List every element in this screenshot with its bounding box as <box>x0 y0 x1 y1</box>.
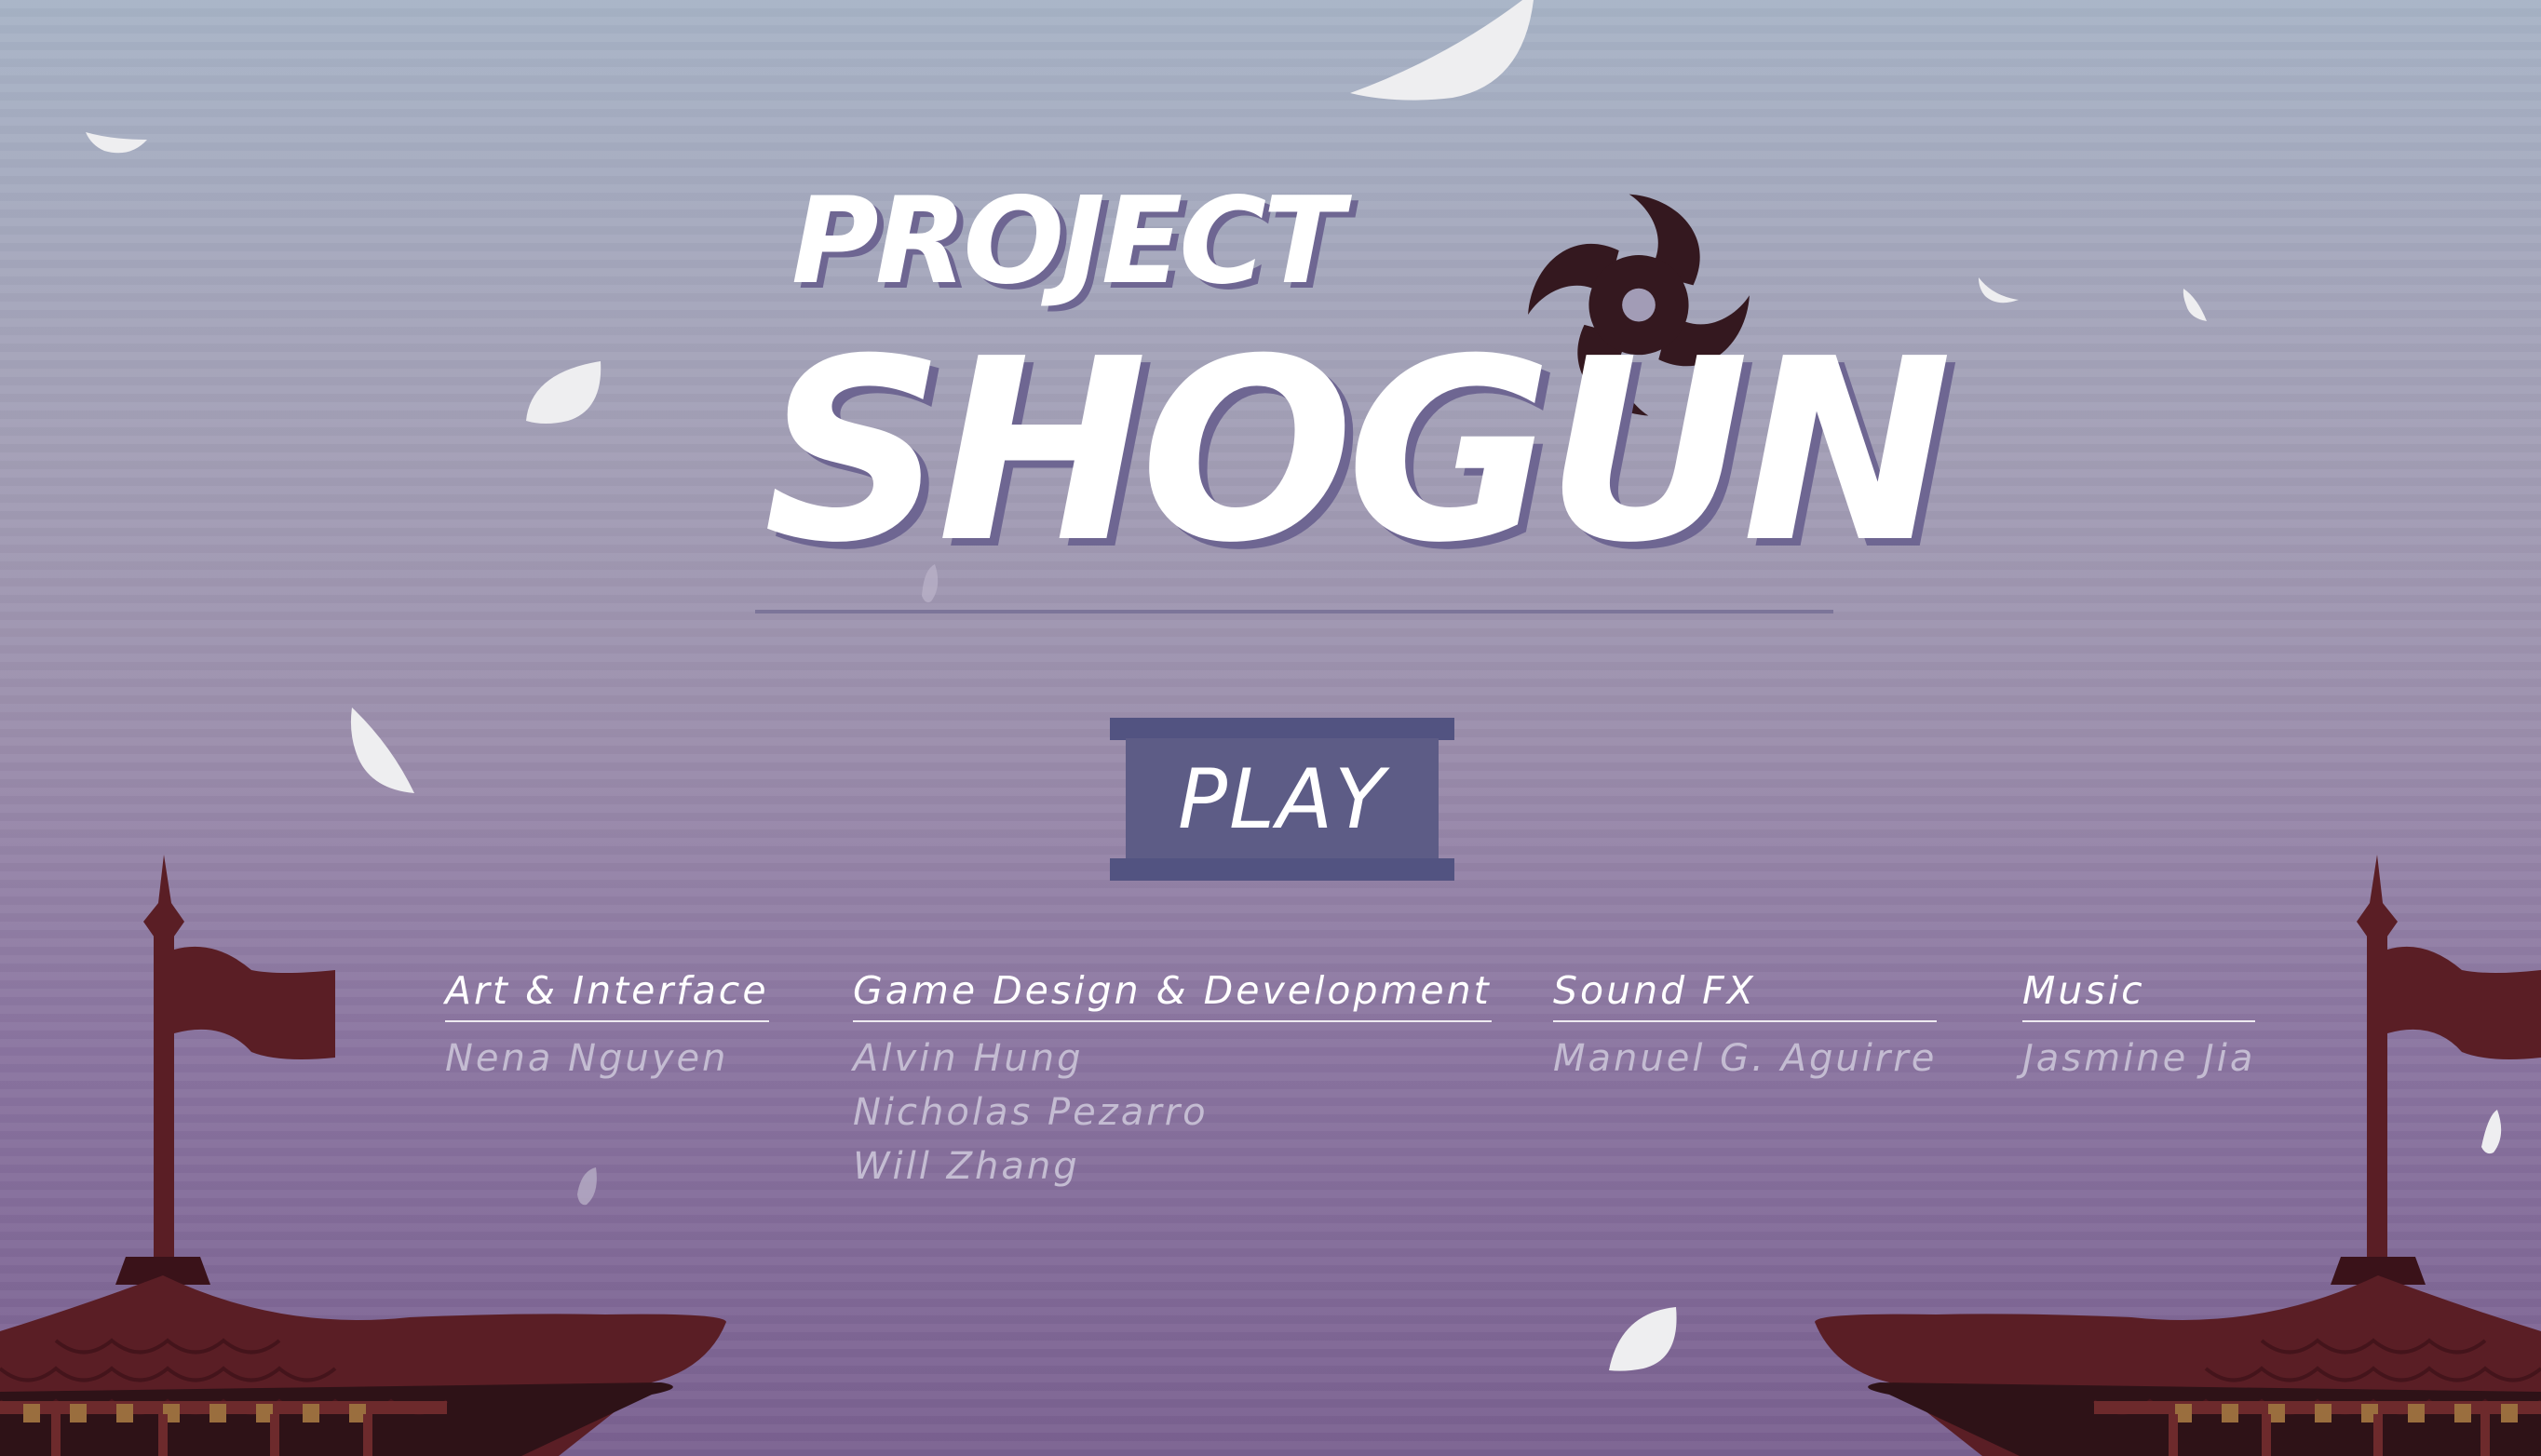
title-divider <box>755 610 1833 613</box>
credit-role: Game Design & Development <box>853 968 1492 1022</box>
petal <box>86 132 147 154</box>
petal <box>526 361 601 424</box>
petal <box>350 708 414 793</box>
credit-name: Will Zhang <box>853 1145 1080 1188</box>
pagoda-roof-right <box>1815 855 2541 1456</box>
title-shogun: SHOGUN <box>764 304 1953 598</box>
play-button-bottom-cap <box>1110 858 1454 881</box>
credit-game-design: Game Design & Development Alvin Hung Nic… <box>853 968 1492 1193</box>
credit-name: Alvin Hung <box>853 1037 1084 1080</box>
petal <box>1609 1307 1677 1371</box>
play-button[interactable]: PLAY <box>1110 718 1454 881</box>
play-button-top-cap <box>1110 718 1454 740</box>
credit-name: Nicholas Pezarro <box>853 1091 1209 1134</box>
title-project: PROJECT <box>791 172 1344 311</box>
pagoda-roof-left <box>0 855 726 1456</box>
petal <box>1350 0 1534 101</box>
petal <box>1979 277 2019 303</box>
petal <box>2183 289 2207 321</box>
play-button-label: PLAY <box>1126 738 1439 860</box>
